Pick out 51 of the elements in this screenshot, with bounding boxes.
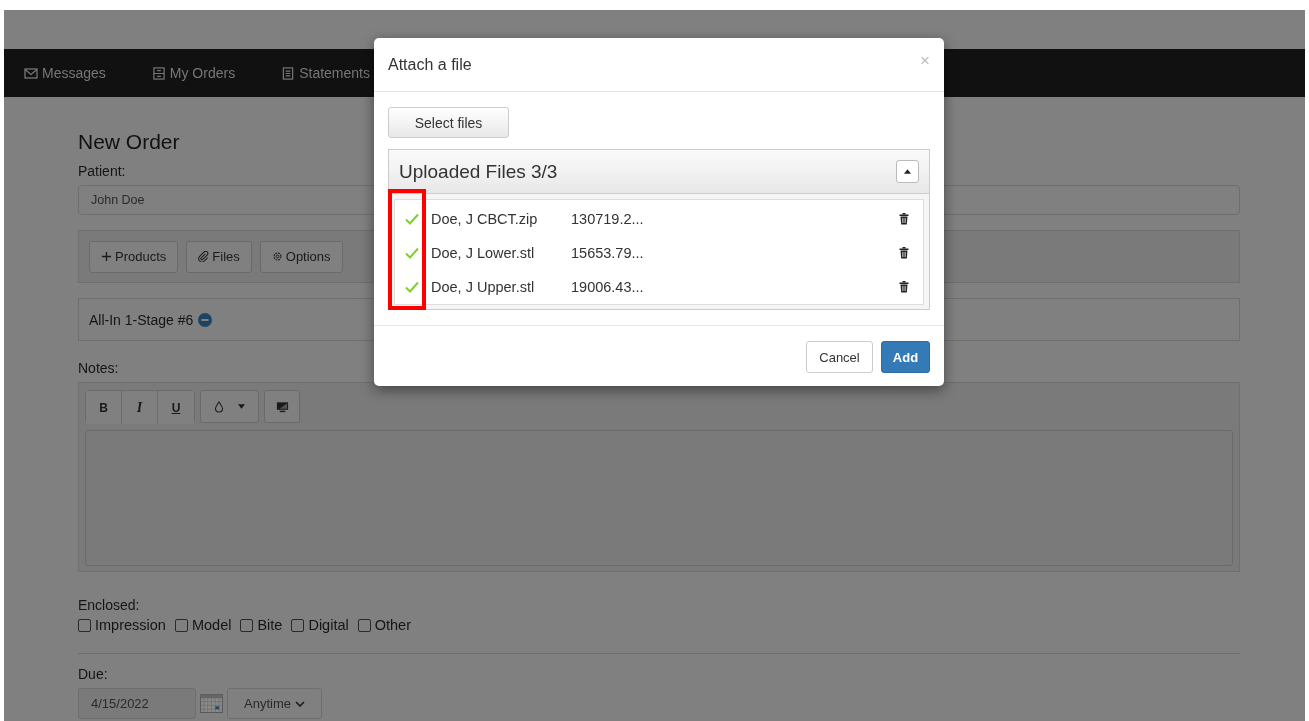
field-label: Patient: xyxy=(78,163,126,179)
cancel-button[interactable]: Cancel xyxy=(806,341,873,373)
file-size: 130719.2... xyxy=(571,211,645,227)
file-name: Doe, J Upper.stl xyxy=(431,279,536,295)
enclosed-checkbox[interactable]: Impression xyxy=(78,617,166,633)
envelope-icon xyxy=(24,66,38,80)
toolbar-button[interactable]: Products xyxy=(89,240,179,273)
format-button[interactable]: U xyxy=(158,391,194,424)
chevron-down-icon xyxy=(295,700,305,707)
nav-link[interactable]: Statements xyxy=(281,65,370,81)
remove-icon[interactable] xyxy=(198,312,213,327)
file-size: 19006.43... xyxy=(571,279,645,295)
trash-icon[interactable] xyxy=(899,247,909,259)
monitor-icon xyxy=(275,400,289,413)
page-title: New Order xyxy=(78,130,181,154)
toolbar-button[interactable]: Files xyxy=(186,240,252,273)
paperclip-icon xyxy=(198,251,210,262)
field-label: Enclosed: xyxy=(78,597,140,613)
droplet-icon xyxy=(214,400,224,413)
enclosed-checkbox[interactable]: Other xyxy=(357,617,411,633)
nav-link[interactable]: Messages xyxy=(24,65,106,81)
add-button[interactable]: Add xyxy=(881,341,930,373)
collapse-button[interactable] xyxy=(896,160,919,183)
caret-icon xyxy=(238,404,245,409)
color-picker-button[interactable] xyxy=(200,390,259,423)
gear-icon xyxy=(271,251,283,262)
dialog-title: Attach a file xyxy=(388,55,472,74)
document-icon xyxy=(281,66,296,80)
code-view-button[interactable] xyxy=(264,390,300,423)
field-label: Due: xyxy=(78,666,108,682)
list-icon xyxy=(151,66,166,80)
field-label: Notes: xyxy=(78,360,119,376)
enclosed-checkbox[interactable]: Bite xyxy=(240,617,283,633)
format-button[interactable]: I xyxy=(122,391,158,424)
file-name: Doe, J CBCT.zip xyxy=(431,211,539,227)
toolbar-button[interactable]: Options xyxy=(259,240,343,273)
select-files-button[interactable]: Select files xyxy=(388,107,509,138)
trash-icon[interactable] xyxy=(899,213,909,225)
format-button[interactable]: B xyxy=(86,391,122,424)
file-name: Doe, J Lower.stl xyxy=(431,245,536,261)
trash-icon[interactable] xyxy=(899,281,909,293)
product-name: All-In 1-Stage #6 xyxy=(89,311,194,328)
enclosed-checkbox[interactable]: Digital xyxy=(291,617,349,633)
date-field[interactable]: 4/15/2022 xyxy=(78,688,196,719)
panel-title: Uploaded Files 3/3 xyxy=(399,160,558,183)
nav-link[interactable]: My Orders xyxy=(151,65,236,81)
caret-up-icon xyxy=(904,169,911,174)
plus-icon xyxy=(101,251,112,262)
time-select[interactable]: Anytime xyxy=(227,688,322,719)
file-size: 15653.79... xyxy=(571,245,645,261)
enclosed-checkbox[interactable]: Model xyxy=(174,617,232,633)
